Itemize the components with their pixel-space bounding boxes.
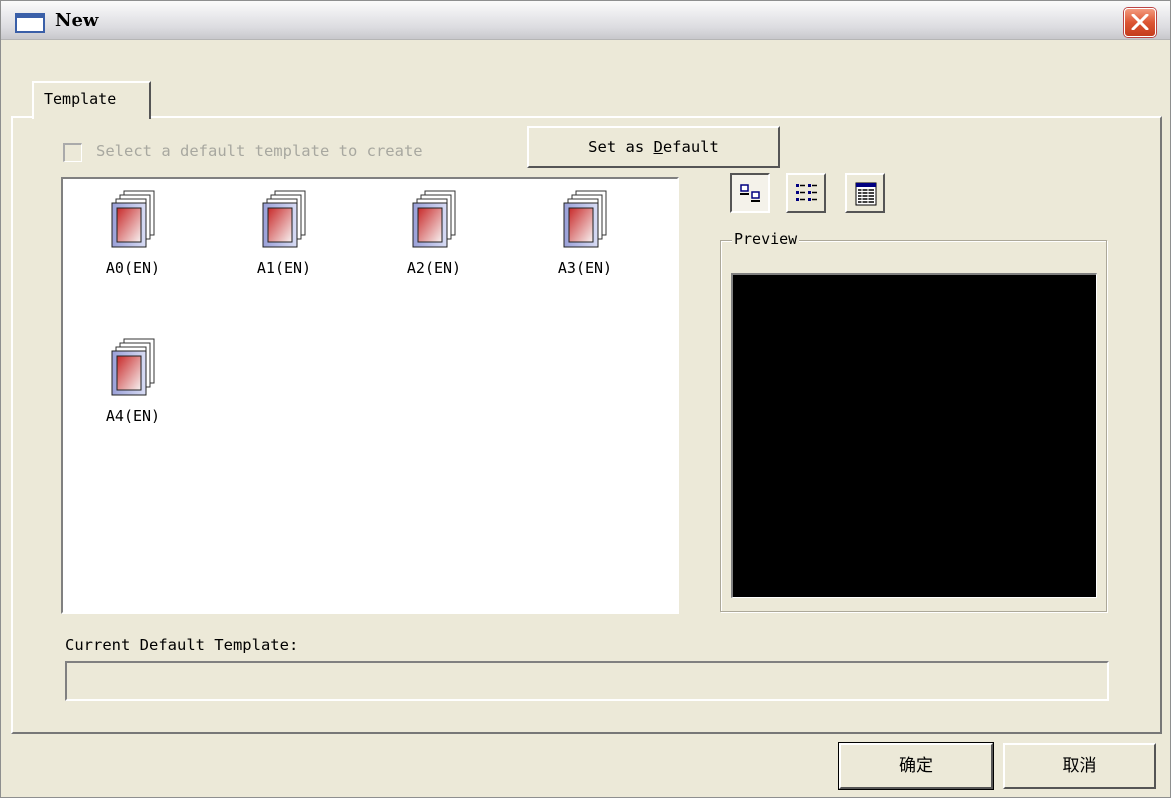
title-bar[interactable]: New <box>1 1 1170 40</box>
template-icon <box>110 189 158 253</box>
preview-area <box>731 273 1097 598</box>
new-dialog: New Template Select a default template t… <box>0 0 1171 798</box>
window-title: New <box>55 10 99 31</box>
set-default-prefix: Set as <box>588 138 654 156</box>
list-view-button[interactable] <box>786 173 826 213</box>
list-view-icon <box>796 184 817 201</box>
template-list[interactable]: A0(EN) A1(EN) A2(EN) A3(EN) A4(EN) <box>61 177 679 614</box>
template-item-a0[interactable]: A0(EN) <box>78 189 188 289</box>
large-icons-view-icon <box>740 184 760 202</box>
template-item-a4[interactable]: A4(EN) <box>78 337 188 437</box>
template-item-label: A3(EN) <box>557 259 613 277</box>
template-icon <box>110 337 158 401</box>
close-icon <box>1131 14 1149 30</box>
default-template-checkbox[interactable] <box>63 143 82 162</box>
preview-label: Preview <box>732 230 800 248</box>
template-item-label: A2(EN) <box>406 259 462 277</box>
template-item-label: A0(EN) <box>105 259 161 277</box>
template-icon <box>562 189 610 253</box>
set-default-suffix: efault <box>662 138 719 156</box>
close-button[interactable] <box>1124 8 1156 37</box>
cancel-button[interactable]: 取消 <box>1003 743 1156 789</box>
details-view-icon <box>855 182 877 206</box>
default-template-checkbox-label: Select a default template to create <box>96 142 423 160</box>
details-view-button[interactable] <box>845 173 885 213</box>
template-item-a1[interactable]: A1(EN) <box>229 189 339 289</box>
template-icon <box>411 189 459 253</box>
window-icon <box>15 13 45 33</box>
template-item-a2[interactable]: A2(EN) <box>379 189 489 289</box>
template-item-label: A1(EN) <box>256 259 312 277</box>
set-as-default-button[interactable]: Set as Default <box>527 126 780 168</box>
current-default-label: Current Default Template: <box>65 636 299 654</box>
tab-template-label: Template <box>44 90 117 108</box>
current-default-field <box>65 661 1109 701</box>
template-item-label: A4(EN) <box>105 407 161 425</box>
tab-template[interactable]: Template <box>32 81 151 119</box>
large-icons-view-button[interactable] <box>730 173 770 213</box>
ok-button[interactable]: 确定 <box>838 742 994 790</box>
template-icon <box>261 189 309 253</box>
set-default-mnemonic: D <box>653 138 663 156</box>
template-item-a3[interactable]: A3(EN) <box>530 189 640 289</box>
